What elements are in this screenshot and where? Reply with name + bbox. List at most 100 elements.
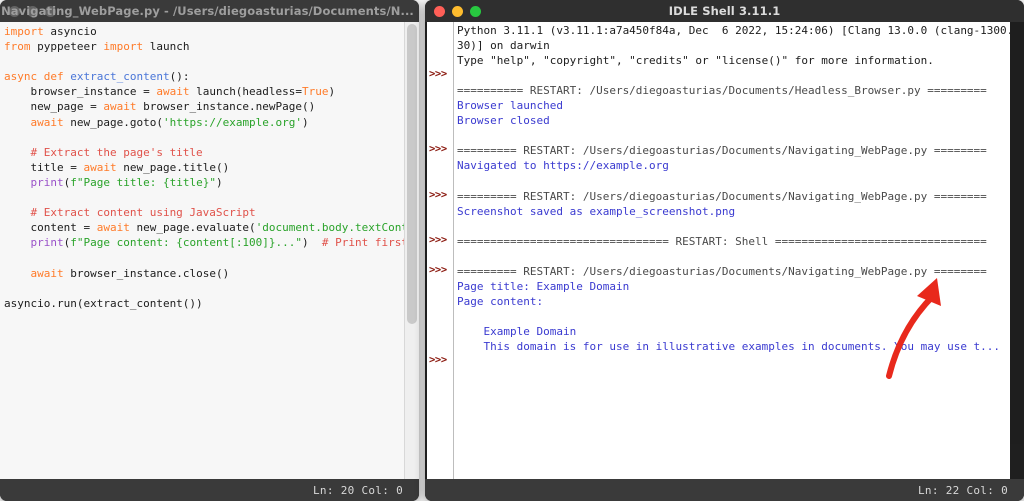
shell-line: Python 3.11.1 (v3.11.1:a7a450f84a, Dec 6… <box>457 24 1010 37</box>
editor-scrollbar-thumb[interactable] <box>407 24 417 324</box>
code-line: # Extract content using JavaScript <box>4 205 405 220</box>
editor-scrollbar[interactable] <box>404 22 419 479</box>
screen: Navigating_WebPage.py - /Users/diegoastu… <box>0 0 1024 501</box>
code-token: print <box>30 236 64 250</box>
code-token: import <box>4 25 44 38</box>
code-token: asyncio.run(extract_content()) <box>4 296 203 310</box>
editor-window: Navigating_WebPage.py - /Users/diegoastu… <box>0 0 419 501</box>
shell-scrollbar[interactable] <box>1010 22 1024 479</box>
code-token: new_page = <box>4 100 104 114</box>
shell-line: ================================ RESTART… <box>457 234 987 248</box>
code-token: from <box>4 40 31 54</box>
editor-titlebar[interactable]: Navigating_WebPage.py - /Users/diegoastu… <box>0 0 419 22</box>
code-token: await <box>103 100 137 114</box>
shell-line: 30)] on darwin <box>457 39 550 53</box>
shell-line: ========== RESTART: /Users/diegoasturias… <box>457 84 987 98</box>
shell-prompt-gutter: >>> >>> >>> >>> >>> >>> <box>427 22 454 479</box>
shell-scrollbar-corner <box>1010 444 1024 479</box>
code-token: True <box>302 85 329 99</box>
code-token: content = <box>4 221 97 235</box>
code-token: launch(headless= <box>189 85 303 99</box>
shell-cursor-position: Ln: 22 Col: 0 <box>918 483 1008 497</box>
code-line: asyncio.run(extract_content()) <box>4 296 405 311</box>
code-token: await <box>30 115 64 129</box>
code-token: # Extract content using JavaScript <box>4 206 256 220</box>
code-token: extract_content <box>70 70 170 84</box>
shell-output-text: Python 3.11.1 (v3.11.1:a7a450f84a, Dec 6… <box>457 23 1010 354</box>
code-token: print <box>30 175 64 189</box>
code-token: ) <box>302 115 309 129</box>
editor-code-area[interactable]: import asyncio from pyppeteer import laun… <box>0 22 419 479</box>
code-line: print(f"Page title: {title}") <box>4 175 405 190</box>
editor-code-text: import asyncio from pyppeteer import laun… <box>4 24 420 311</box>
code-token: browser_instance = <box>4 85 157 99</box>
code-token: new_page.title() <box>116 160 230 174</box>
shell-window: IDLE Shell 3.11.1 >>> >>> >>> >>> >>> >>> Pyt… <box>425 0 1024 501</box>
shell-line: ========= RESTART: /Users/diegoasturias/… <box>457 189 987 203</box>
shell-line: Example Domain <box>457 324 577 338</box>
code-line: browser_instance = await launch(headless… <box>4 84 405 99</box>
code-line: from pyppeteer import launch <box>4 39 405 54</box>
shell-output-area[interactable]: >>> >>> >>> >>> >>> >>> Python 3.11.1 (v3.11.… <box>427 22 1010 479</box>
code-token: f"Page content: {content[:100]}..." <box>70 236 303 250</box>
code-token: # Extract the page's title <box>4 145 203 159</box>
code-line: new_page = await browser_instance.newPag… <box>4 99 405 114</box>
code-line: content = await new_page.evaluate('docum… <box>4 220 419 235</box>
shell-line: Browser closed <box>457 114 550 128</box>
editor-statusbar: Ln: 20 Col: 0 <box>0 479 419 501</box>
shell-prompt: >>> <box>429 143 447 156</box>
shell-line: Page content: <box>457 294 544 308</box>
code-token: ) <box>302 236 322 250</box>
code-line: await new_page.goto('https://example.org… <box>4 115 405 130</box>
code-token: f"Page title: {title}" <box>70 175 216 189</box>
code-token: import <box>103 40 144 54</box>
code-token: await <box>96 221 130 235</box>
code-token: asyncio <box>43 25 97 38</box>
shell-line: Type "help", "copyright", "credits" or "… <box>457 54 934 68</box>
shell-prompt: >>> <box>429 233 447 246</box>
code-token: title = <box>4 160 84 174</box>
shell-line: Page title: Example Domain <box>457 279 630 293</box>
code-token: await <box>30 266 64 280</box>
shell-prompt: >>> <box>429 188 447 201</box>
code-token: browser_instance.newPage() <box>136 100 316 114</box>
code-token: await <box>156 85 190 99</box>
shell-line: This domain is for use in illustrative e… <box>457 339 1001 353</box>
code-token: (): <box>169 70 190 84</box>
shell-statusbar: Ln: 22 Col: 0 <box>425 479 1024 501</box>
code-line: print(f"Page content: {content[:100]}...… <box>4 235 420 250</box>
shell-line: ========= RESTART: /Users/diegoasturias/… <box>457 264 987 278</box>
code-line: await browser_instance.close() <box>4 266 405 281</box>
code-token: await <box>83 160 117 174</box>
code-token: launch <box>143 40 190 54</box>
code-token: browser_instance.close() <box>63 266 230 280</box>
shell-prompt: >>> <box>429 68 447 81</box>
shell-prompt: >>> <box>429 263 447 276</box>
code-token: new_page.evaluate( <box>129 221 256 235</box>
shell-titlebar[interactable]: IDLE Shell 3.11.1 <box>425 0 1024 22</box>
code-line: async def extract_content(): <box>4 69 405 84</box>
shell-prompt: >>> <box>429 354 447 367</box>
code-token: pyppeteer <box>30 40 104 54</box>
code-line: title = await new_page.title() <box>4 160 405 175</box>
shell-title: IDLE Shell 3.11.1 <box>668 4 781 18</box>
code-token: 'https://example.org' <box>162 115 303 129</box>
shell-line: Navigated to https://example.org <box>457 159 669 173</box>
code-line: import asyncio <box>4 24 405 39</box>
code-token: 'document.body.textContent' <box>255 221 419 235</box>
